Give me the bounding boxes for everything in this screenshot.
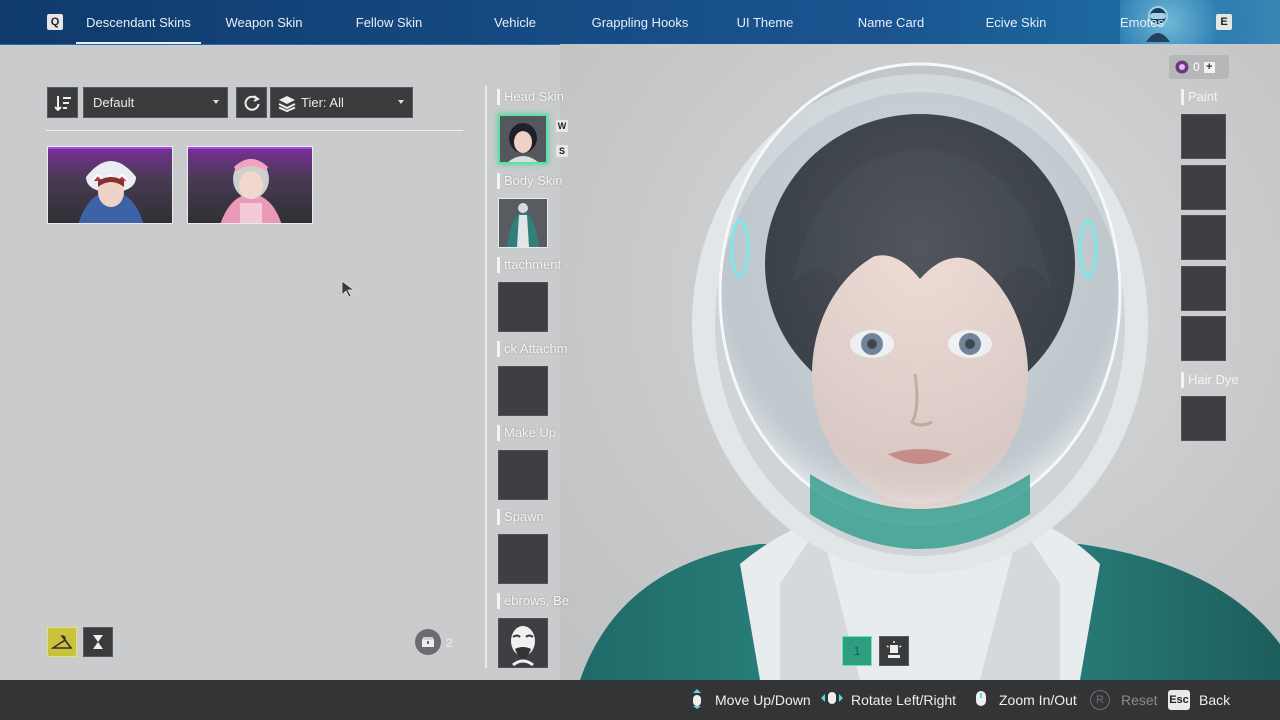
currency-amount: 0 xyxy=(1193,60,1200,74)
slot-spawn[interactable] xyxy=(498,534,548,584)
caliber-coin-icon xyxy=(1175,60,1189,74)
slot-attachment[interactable] xyxy=(498,282,548,332)
storage-count: 2 xyxy=(446,636,453,650)
sort-dropdown-value: Default xyxy=(93,95,135,110)
mouse-updown-icon xyxy=(693,689,701,709)
reset-key: R xyxy=(1090,690,1110,710)
slot-make-up[interactable] xyxy=(498,450,548,500)
hair-dye-slot[interactable] xyxy=(1181,396,1226,441)
tier-dropdown[interactable]: Tier: All xyxy=(270,87,413,118)
skin-card-shark-hood[interactable] xyxy=(47,146,173,224)
paint-slot-3[interactable] xyxy=(1181,215,1226,260)
tab-fellow-skin[interactable]: Fellow Skin xyxy=(330,0,448,44)
currency-display: 0 + xyxy=(1169,55,1229,79)
tab-name-card[interactable]: Name Card xyxy=(836,0,946,44)
pink-nurse-skin-thumbnail xyxy=(220,159,282,223)
view-mode-1-button[interactable]: 1 xyxy=(842,636,872,666)
history-button[interactable] xyxy=(83,627,113,657)
slot-label-head-skin: Head Skin xyxy=(497,89,572,105)
slot-body-skin[interactable] xyxy=(498,198,548,248)
lamp-icon xyxy=(886,641,902,658)
view-mode-number: 1 xyxy=(853,644,861,658)
slot-label-back-attachment: ck Attachm xyxy=(497,341,572,357)
storage-indicator[interactable] xyxy=(415,629,441,655)
top-nav-bar: Q Descendant Skins Weapon Skin Fellow Sk… xyxy=(0,0,1280,45)
tab-emotes[interactable]: Emotes xyxy=(1112,0,1172,44)
hair-dye-label: Hair Dye xyxy=(1181,372,1239,388)
back-button[interactable]: Back xyxy=(1199,692,1230,708)
chevron-down-icon xyxy=(398,100,404,104)
tab-weapon-skin[interactable]: Weapon Skin xyxy=(206,0,322,44)
hint-rotate-left-right: Rotate Left/Right xyxy=(851,692,957,708)
slot-label-eyebrows-beard: ebrows, Be xyxy=(497,593,572,609)
slot-label-body-skin: Body Skin xyxy=(497,173,572,189)
tab-grappling-hooks[interactable]: Grappling Hooks xyxy=(580,0,700,44)
hint-move-up-down: Move Up/Down xyxy=(715,692,811,708)
wardrobe-button[interactable] xyxy=(47,627,77,657)
slot-tag-s: S xyxy=(556,145,568,157)
slot-column-divider xyxy=(485,86,487,668)
slot-label-attachment: ttachment xyxy=(497,257,572,273)
rarity-bar xyxy=(188,147,312,149)
paint-label: Paint xyxy=(1181,89,1218,105)
rarity-bar xyxy=(48,147,172,149)
slot-label-spawn: Spawn xyxy=(497,509,572,525)
skin-card-pink-nurse[interactable] xyxy=(187,146,313,224)
body-skin-thumbnail xyxy=(499,199,547,247)
add-currency-button[interactable]: + xyxy=(1203,61,1215,73)
refresh-icon xyxy=(244,94,260,111)
head-skin-thumbnail xyxy=(500,116,546,162)
descendant-portrait xyxy=(580,62,1280,680)
sort-dropdown[interactable]: Default xyxy=(83,87,228,118)
sort-icon xyxy=(53,95,71,111)
slot-label-make-up: Make Up xyxy=(497,425,572,441)
next-tab-key[interactable]: E xyxy=(1216,14,1232,30)
paint-slot-4[interactable] xyxy=(1181,266,1226,311)
slot-tag-w: W xyxy=(556,120,568,132)
chevron-down-icon xyxy=(213,100,219,104)
face-silhouette-icon xyxy=(511,626,535,667)
slot-eyebrows-beard[interactable] xyxy=(498,618,548,668)
chest-icon xyxy=(422,637,434,647)
paint-slot-5[interactable] xyxy=(1181,316,1226,361)
tab-vehicle[interactable]: Vehicle xyxy=(460,0,570,44)
mouse-cursor-icon xyxy=(341,280,355,298)
reset-view-button[interactable]: Reset xyxy=(1121,692,1158,708)
control-hint-bar xyxy=(0,680,1280,720)
tier-dropdown-value: Tier: All xyxy=(301,95,344,110)
lighting-button[interactable] xyxy=(879,636,909,666)
hint-zoom-in-out: Zoom In/Out xyxy=(999,692,1077,708)
paint-slot-1[interactable] xyxy=(1181,114,1226,159)
character-preview[interactable] xyxy=(560,44,1280,680)
mouse-zoom-icon xyxy=(976,691,986,706)
tab-ecive-skin[interactable]: Ecive Skin xyxy=(962,0,1070,44)
shark-hood-skin-thumbnail xyxy=(78,161,144,223)
tab-ui-theme[interactable]: UI Theme xyxy=(712,0,818,44)
hourglass-icon xyxy=(93,635,103,649)
paint-slot-2[interactable] xyxy=(1181,165,1226,210)
esc-key: Esc xyxy=(1168,690,1190,710)
filter-divider xyxy=(46,130,463,131)
slot-back-attachment[interactable] xyxy=(498,366,548,416)
prev-tab-key[interactable]: Q xyxy=(47,14,63,30)
layers-icon xyxy=(278,96,296,112)
sort-order-button[interactable] xyxy=(47,87,78,118)
reset-filter-button[interactable] xyxy=(236,87,267,118)
tab-descendant-skins[interactable]: Descendant Skins xyxy=(76,0,201,44)
slot-head-skin[interactable] xyxy=(498,114,548,164)
hanger-icon xyxy=(51,635,73,649)
mouse-rotate-icon xyxy=(821,692,843,704)
